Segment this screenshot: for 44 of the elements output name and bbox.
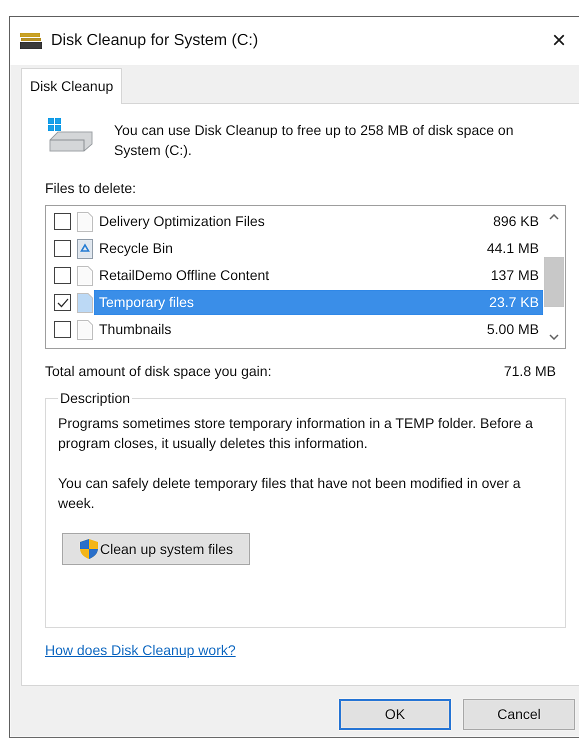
summary-text: You can use Disk Cleanup to free up to 258 MB of disk space on System (C:). xyxy=(114,121,515,160)
window-title: Disk Cleanup for System (C:) xyxy=(51,31,258,51)
file-size: 23.7 KB xyxy=(489,293,539,312)
checkbox[interactable] xyxy=(54,294,71,311)
checkbox[interactable] xyxy=(54,321,71,338)
file-list-item[interactable]: Thumbnails 5.00 MB xyxy=(94,317,543,342)
close-button[interactable]: × xyxy=(539,21,579,61)
file-size: 896 KB xyxy=(493,212,539,231)
scroll-thumb[interactable] xyxy=(544,257,564,307)
recycle-bin-icon xyxy=(77,238,93,258)
document-icon xyxy=(77,320,93,340)
file-size: 137 MB xyxy=(490,266,539,285)
checkbox[interactable] xyxy=(54,240,71,257)
document-icon xyxy=(77,212,93,232)
file-list-item[interactable]: Delivery Optimization Files 896 KB xyxy=(94,209,543,234)
drive-icon xyxy=(48,118,94,152)
file-name: Temporary files xyxy=(99,293,194,312)
clean-up-system-files-button[interactable]: Clean up system files xyxy=(62,533,250,565)
file-name: Delivery Optimization Files xyxy=(99,212,265,231)
dialog-button[interactable]: Cancel xyxy=(463,699,575,730)
tab[interactable]: Disk Cleanup xyxy=(21,68,122,104)
file-name: Thumbnails xyxy=(99,320,172,339)
checkbox[interactable] xyxy=(54,267,71,284)
check-icon xyxy=(56,298,68,308)
disk-drive-icon xyxy=(20,33,42,49)
total-value: 71.8 MB xyxy=(504,362,556,381)
group-title: Description xyxy=(59,389,132,408)
file-name: RetailDemo Offline Content xyxy=(99,266,270,285)
checkbox[interactable] xyxy=(54,213,71,230)
file-list-item[interactable]: RetailDemo Offline Content 137 MB xyxy=(94,263,543,288)
shield-icon xyxy=(79,538,99,560)
files-label: Files to delete: xyxy=(45,179,136,198)
total-label: Total amount of disk space you gain: xyxy=(45,362,272,381)
document-icon xyxy=(77,266,93,286)
scroll-up-icon[interactable] xyxy=(549,214,559,220)
file-list-item[interactable]: Recycle Bin 44.1 MB xyxy=(94,236,543,261)
help-link[interactable]: How does Disk Cleanup work? xyxy=(45,640,236,661)
scroll-down-icon[interactable] xyxy=(549,334,559,340)
description-text: Programs sometimes store temporary information in a TEMP folder. Before a program closes, it usually deletes this information. xyxy=(58,414,534,453)
file-name: Recycle Bin xyxy=(99,239,173,258)
file-size: 44.1 MB xyxy=(486,239,539,258)
file-size: 5.00 MB xyxy=(486,320,539,339)
dialog-button[interactable]: OK xyxy=(339,699,451,730)
description-text: You can safely delete temporary files that have not been modified in over a week. xyxy=(58,474,522,513)
